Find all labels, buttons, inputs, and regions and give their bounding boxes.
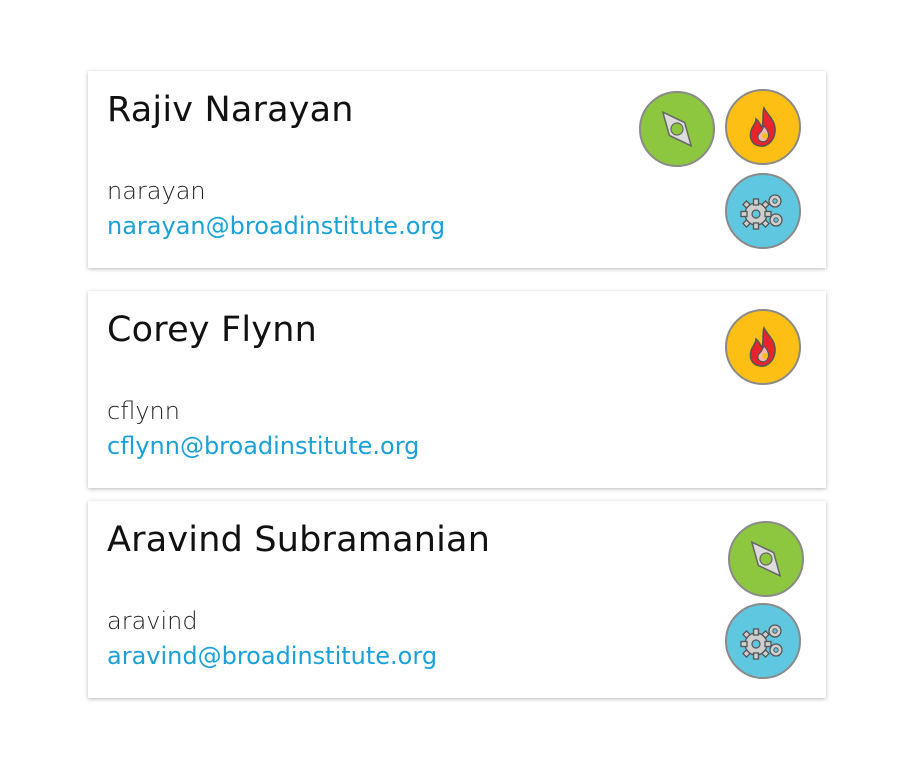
user-card: Aravind Subramanian aravind aravind@broa… [88,501,826,698]
user-name: Corey Flynn [107,310,317,350]
user-email-link[interactable]: narayan@broadinstitute.org [107,210,445,242]
fire-icon[interactable] [725,309,801,385]
user-username: cflynn [107,397,180,425]
user-name: Rajiv Narayan [107,90,354,130]
user-card: Rajiv Narayan narayan narayan@broadinsti… [88,71,826,268]
user-email-link[interactable]: aravind@broadinstitute.org [107,640,437,672]
compass-icon[interactable] [728,521,804,597]
user-card: Corey Flynn cflynn cflynn@broadinstitute… [88,291,826,488]
fire-icon[interactable] [725,89,801,165]
user-username: narayan [107,177,206,205]
compass-icon[interactable] [639,91,715,167]
user-email-link[interactable]: cflynn@broadinstitute.org [107,430,419,462]
gears-icon[interactable] [725,603,801,679]
user-name: Aravind Subramanian [107,520,491,560]
user-username: aravind [107,607,198,635]
gears-icon[interactable] [725,173,801,249]
